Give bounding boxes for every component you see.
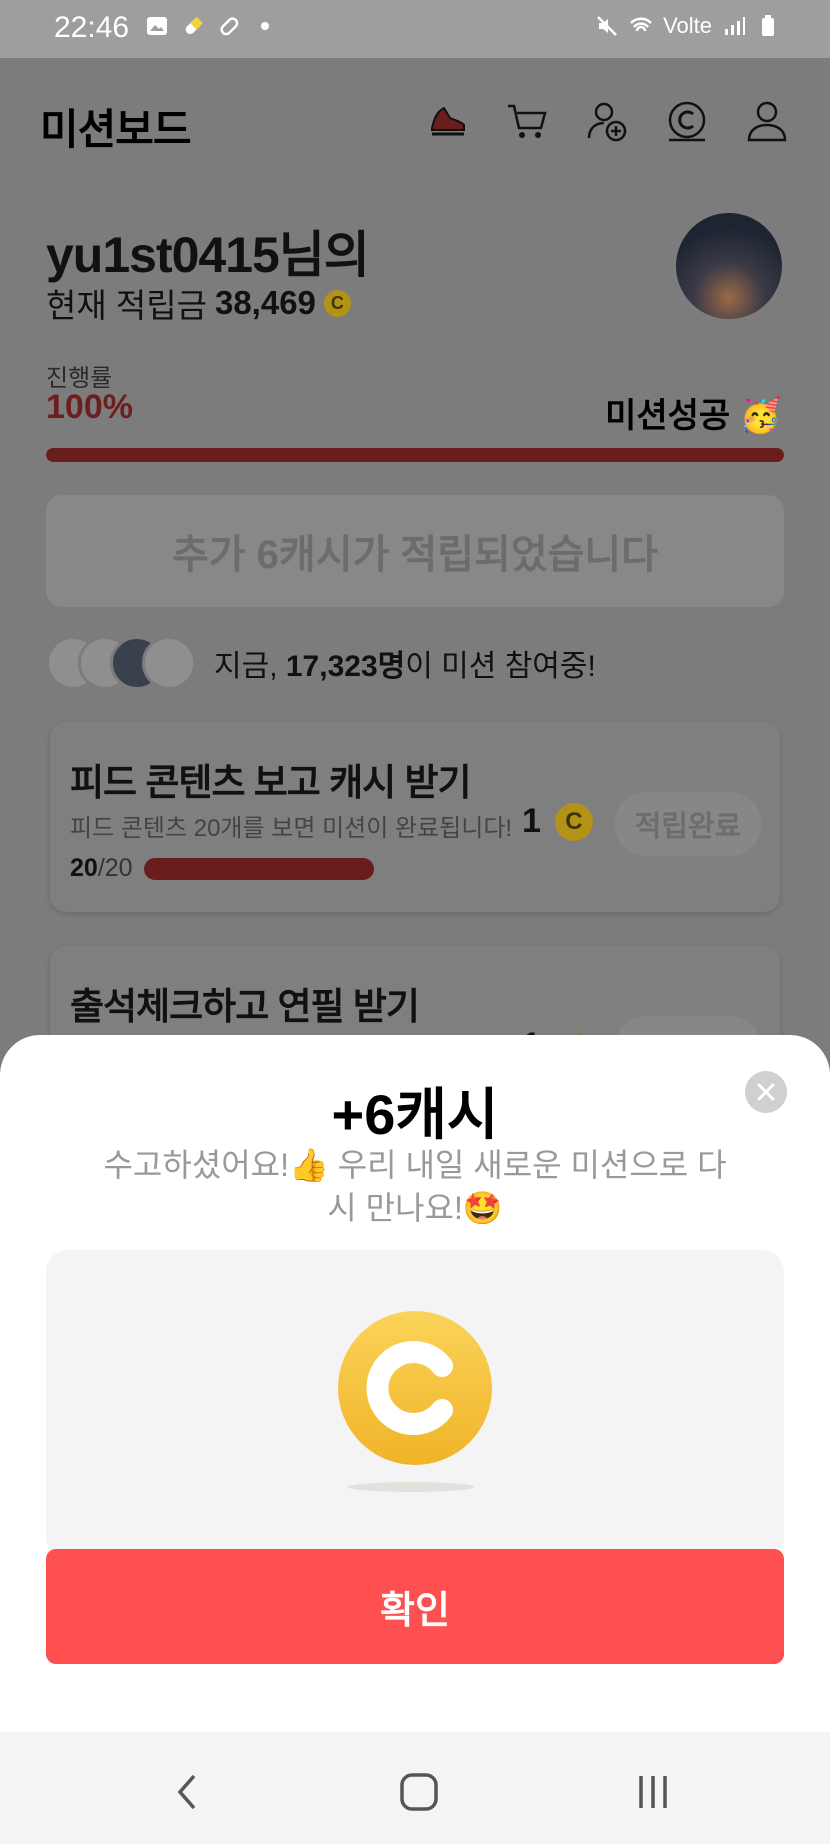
- app-header: 미션보드: [0, 58, 830, 183]
- participants-row: 지금, 17,323명이 미션 참여중!: [46, 633, 596, 693]
- bonus-banner: 추가 6캐시가 적립되었습니다: [46, 495, 784, 607]
- nav-home-button[interactable]: [389, 1762, 449, 1822]
- participant-avatar: [142, 636, 196, 690]
- progress-bar: [46, 448, 784, 462]
- sheet-message: 수고하셨어요!👍 우리 내일 새로운 미션으로 다시 만나요!🤩: [103, 1147, 727, 1226]
- coin-icon: C: [554, 802, 593, 841]
- nav-back-button[interactable]: [157, 1762, 217, 1822]
- progress-bar-fill: [46, 448, 784, 462]
- reward-complete-button[interactable]: 적립완료: [614, 792, 762, 856]
- balance-value: 38,469: [214, 284, 316, 321]
- battery-icon: [762, 15, 774, 36]
- add-friend-icon[interactable]: [584, 98, 630, 144]
- wifi-icon: [630, 17, 652, 32]
- mission-card[interactable]: 피드 콘텐츠 보고 캐시 받기 피드 콘텐츠 20개를 보면 미션이 완료됩니다…: [50, 722, 780, 912]
- home-icon: [400, 1773, 438, 1811]
- pill-icon: [185, 16, 203, 35]
- cash-icon[interactable]: [664, 98, 710, 144]
- participants-count: 17,323명: [285, 650, 406, 683]
- mission-progress-bar: [144, 858, 374, 880]
- recents-icon: [639, 1776, 667, 1808]
- signal-icon: [725, 17, 745, 35]
- cart-icon[interactable]: [504, 98, 550, 144]
- mission-title: 피드 콘텐츠 보고 캐시 받기: [70, 762, 472, 803]
- system-nav-bar: [0, 1732, 830, 1844]
- progress-value: 100%: [46, 388, 133, 426]
- reward-bottom-sheet: +6캐시 수고하셨어요!👍 우리 내일 새로운 미션으로 다시 만나요!🤩 확인: [0, 1035, 830, 1732]
- avatar[interactable]: [676, 213, 782, 319]
- status-time: 22:46: [54, 11, 130, 44]
- mute-icon: [597, 16, 617, 36]
- coin-illustration: [338, 1311, 492, 1465]
- sheet-title: +6캐시: [331, 1083, 499, 1146]
- mission-count: 20/20: [70, 854, 133, 882]
- mission-reward: 1 C: [522, 802, 593, 841]
- user-greeting: yu1st0415님의: [46, 227, 370, 283]
- coin-icon: C: [323, 289, 351, 317]
- coin-illustration-panel: [46, 1250, 784, 1560]
- status-bar: 22:46 Volte: [0, 0, 830, 58]
- back-icon: [177, 1774, 196, 1810]
- mission-description: 피드 콘텐츠 20개를 보면 미션이 완료됩니다!: [70, 815, 513, 842]
- gallery-icon: [147, 17, 167, 35]
- nav-recents-button[interactable]: [623, 1762, 683, 1822]
- app-title: 미션보드: [40, 106, 192, 153]
- mission-success-text: 미션성공: [605, 397, 731, 435]
- shoe-icon[interactable]: [424, 98, 470, 144]
- coin-shadow: [348, 1482, 474, 1492]
- confirm-button[interactable]: 확인: [46, 1549, 784, 1664]
- party-emoji: 🥳: [739, 397, 782, 435]
- volte-label: Volte: [663, 13, 712, 38]
- balance-label: 현재 적립금: [46, 287, 207, 324]
- balance-line: 현재 적립금 38,469 C: [46, 279, 351, 327]
- profile-icon[interactable]: [744, 98, 790, 144]
- mission-success-label: 미션성공 🥳: [605, 388, 782, 437]
- big-coin-icon: [338, 1311, 492, 1465]
- notification-dot-icon: [261, 22, 269, 30]
- pill-outline-icon: [220, 17, 239, 36]
- participants-text: 지금, 17,323명이 미션 참여중!: [214, 650, 596, 683]
- mission-title: 출석체크하고 연필 받기: [70, 986, 420, 1027]
